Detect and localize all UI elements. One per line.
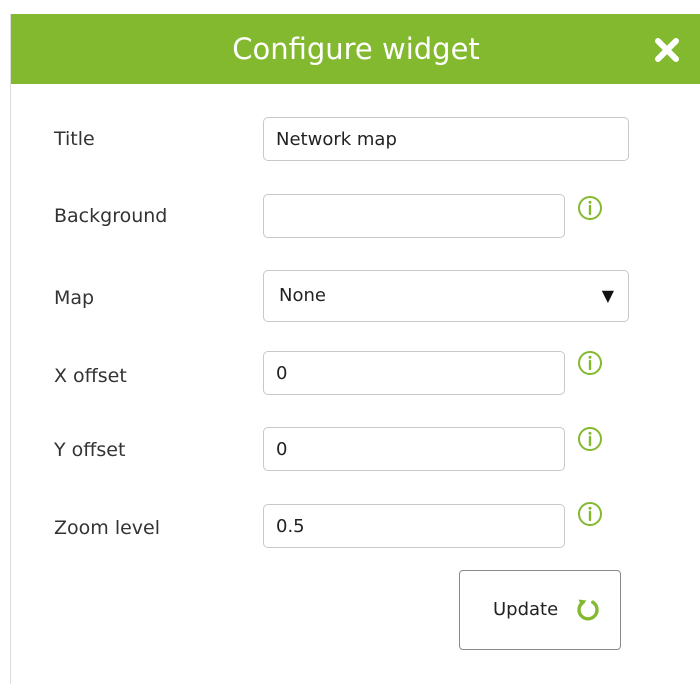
background-input[interactable] bbox=[263, 194, 565, 238]
update-button-label: Update bbox=[493, 599, 559, 620]
zoom-level-input[interactable] bbox=[263, 504, 565, 548]
info-icon[interactable] bbox=[576, 349, 604, 377]
map-label: Map bbox=[54, 287, 95, 309]
configure-widget-dialog: Configure widget Title Background Map No… bbox=[10, 14, 700, 684]
y-offset-input[interactable] bbox=[263, 427, 565, 471]
x-offset-input[interactable] bbox=[263, 351, 565, 395]
info-icon[interactable] bbox=[576, 194, 604, 222]
x-offset-label: X offset bbox=[54, 365, 127, 387]
info-icon[interactable] bbox=[576, 500, 604, 528]
chevron-down-icon: ▼ bbox=[601, 286, 614, 305]
map-select[interactable]: None ▼ bbox=[263, 270, 629, 322]
title-label: Title bbox=[54, 128, 95, 150]
dialog-titlebar: Configure widget bbox=[11, 14, 700, 84]
y-offset-label: Y offset bbox=[54, 439, 126, 461]
map-select-value: None bbox=[279, 285, 326, 306]
background-label: Background bbox=[54, 205, 168, 227]
update-button[interactable]: Update bbox=[459, 570, 621, 650]
info-icon[interactable] bbox=[576, 425, 604, 453]
title-input[interactable] bbox=[263, 117, 629, 161]
refresh-icon bbox=[577, 599, 599, 621]
dialog-title: Configure widget bbox=[232, 32, 480, 66]
close-icon[interactable] bbox=[653, 36, 681, 64]
zoom-level-label: Zoom level bbox=[54, 517, 160, 539]
